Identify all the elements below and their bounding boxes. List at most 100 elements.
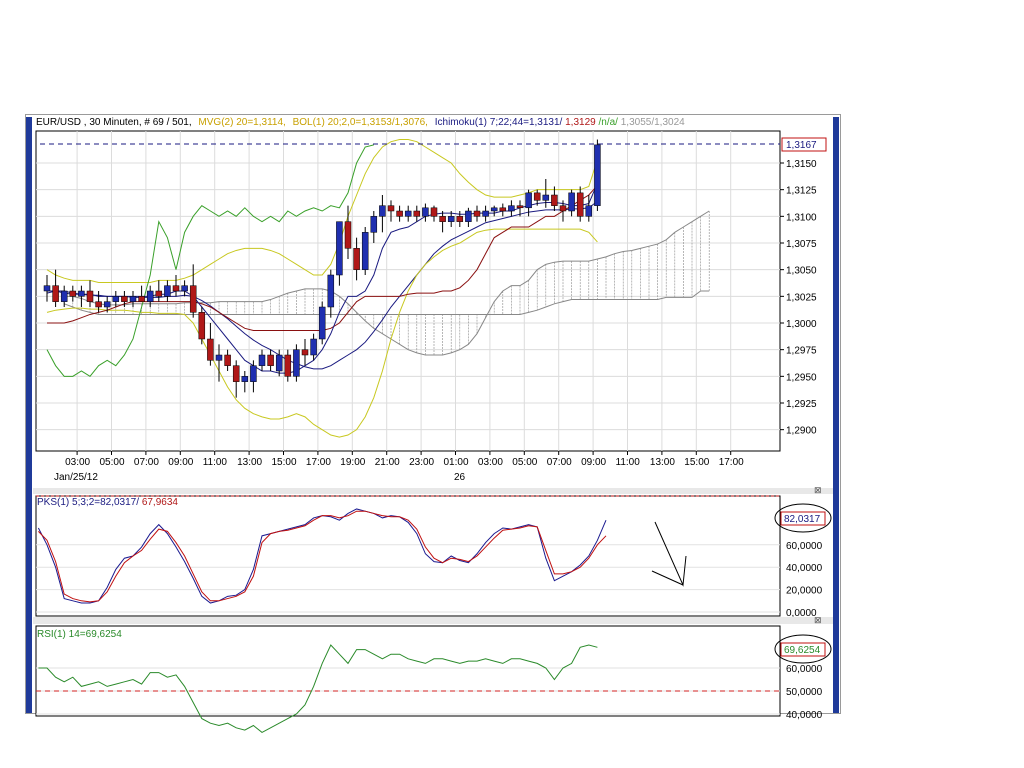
stoch-y-axis: 60,000040,000020,00000,0000 [786, 541, 823, 619]
price-x-axis: 03:00 05:00 07:00 09:00 11:00 13:00 15:00 17:00… [65, 451, 744, 468]
close-panel-icon[interactable]: ⊠ [814, 485, 822, 495]
candle-body [69, 290, 77, 297]
price-x-tick-label: 03:00 [478, 457, 503, 468]
stoch-y-tick-label: 20,0000 [786, 586, 823, 597]
panel-divider-1[interactable] [33, 488, 833, 494]
rsi-value-label: 69,6254 [784, 645, 821, 656]
rsi-label: RSI(1) 14=69,6254 [37, 629, 122, 640]
candle-body [284, 354, 292, 377]
close-panel-icon-2[interactable]: ⊠ [814, 615, 822, 625]
price-x-tick-label: 13:00 [237, 457, 262, 468]
price-x-tick-label: 09:00 [168, 457, 193, 468]
price-y-tick-label: 1,3025 [786, 292, 817, 303]
candle-body [60, 290, 68, 302]
candle-body [499, 207, 507, 212]
candle-body [121, 296, 128, 302]
candle-body [172, 285, 180, 292]
price-x-tick-label: 11:00 [203, 457, 228, 468]
candle-body [516, 205, 524, 209]
date-left-label: Jan/25/12 [54, 472, 98, 483]
price-x-tick-label: 19:00 [340, 457, 365, 468]
candle-body [456, 216, 464, 222]
stoch-panel-frame [35, 495, 781, 617]
candle-body [344, 221, 352, 249]
candle-body [155, 290, 163, 297]
candle-body [293, 349, 300, 377]
price-x-tick-label: 17:00 [306, 457, 331, 468]
header-mvg: MVG(2) 20=1,3114, [198, 117, 285, 128]
candle-body [207, 338, 214, 361]
price-y-axis: 1,3150 1,3125 1,3100 1,3075 1,3050 1,3025 1,30… [780, 159, 817, 437]
price-x-tick-label: 21:00 [375, 457, 400, 468]
candle-body [86, 290, 94, 302]
rsi-y-axis: 60,0000 50,0000 40,0000 [786, 664, 823, 721]
price-x-tick-label: 01:00 [444, 457, 469, 468]
price-x-tick-label: 09:00 [581, 457, 606, 468]
candle-body [396, 210, 403, 217]
candle-body [129, 296, 137, 302]
candle-body [361, 232, 369, 270]
candle-body [181, 285, 188, 292]
candle-body [576, 192, 584, 217]
candle-body [430, 207, 438, 217]
candle-body [43, 285, 51, 292]
candle-body [232, 365, 240, 382]
panel-divider-2[interactable] [33, 617, 833, 624]
candle-body [241, 376, 249, 382]
price-x-tick-label: 03:00 [65, 457, 90, 468]
price-x-tick-label: 15:00 [684, 457, 709, 468]
candle-body [336, 221, 343, 276]
rsi-y-tick-label: 50,0000 [786, 687, 823, 698]
last-price-label: 1,3167 [786, 140, 817, 151]
candle-body [327, 274, 335, 308]
candle-body [215, 354, 223, 361]
price-x-tick-label: 07:00 [547, 457, 572, 468]
candle-body [138, 296, 145, 302]
price-y-tick-label: 1,3125 [786, 186, 817, 197]
stoch-y-tick-label: 40,0000 [786, 563, 823, 574]
candle-body [568, 192, 575, 212]
date-mid-label: 26 [454, 472, 466, 483]
candle-body [78, 290, 85, 297]
candle-body [52, 285, 59, 302]
stoch-label-a: PKS(1) 5;3;2=82,0317/ [37, 497, 139, 508]
price-x-tick-label: 17:00 [719, 457, 744, 468]
price-x-tick-label: 05:00 [512, 457, 537, 468]
candle-body [594, 144, 601, 206]
header-bol: BOL(1) 20;2,0=1,3153/1,3076, [293, 117, 428, 128]
candle-body [112, 296, 120, 302]
candle-body [387, 205, 395, 212]
candle-body [585, 205, 593, 217]
candle-body [250, 365, 257, 382]
candle-body [559, 205, 567, 212]
candle-body [301, 349, 309, 356]
stoch-label-b: 67,9634 [142, 497, 179, 508]
price-x-tick-label: 07:00 [134, 457, 159, 468]
price-x-tick-label: 11:00 [616, 457, 641, 468]
candle-body [198, 312, 206, 340]
candle-body [258, 354, 266, 366]
rsi-y-tick-label: 60,0000 [786, 664, 823, 675]
candle-body [413, 210, 421, 217]
candle-body [146, 290, 154, 302]
header-ichimoku-b: 1,3129 [565, 117, 596, 128]
header-ichimoku-a: Ichimoku(1) 7;22;44=1,3131/ [435, 117, 563, 128]
stoch-value-label: 82,0317 [784, 514, 821, 525]
candle-body [439, 216, 446, 222]
candle-body [310, 338, 317, 356]
price-y-tick-label: 1,2900 [786, 426, 817, 437]
candle-body [404, 210, 412, 217]
candle-body [318, 306, 326, 340]
candle-body [353, 248, 360, 270]
price-x-tick-label: 23:00 [409, 457, 434, 468]
price-y-tick-label: 1,3000 [786, 319, 817, 330]
candle-body [224, 354, 231, 366]
candle-body [525, 192, 532, 209]
candle-body [542, 194, 550, 201]
candle-body [95, 301, 102, 308]
rsi-panel-frame [35, 625, 781, 717]
candle-body [490, 207, 498, 212]
price-x-tick-label: 13:00 [650, 457, 675, 468]
price-y-tick-label: 1,3100 [786, 212, 817, 223]
candle-body [482, 210, 489, 217]
